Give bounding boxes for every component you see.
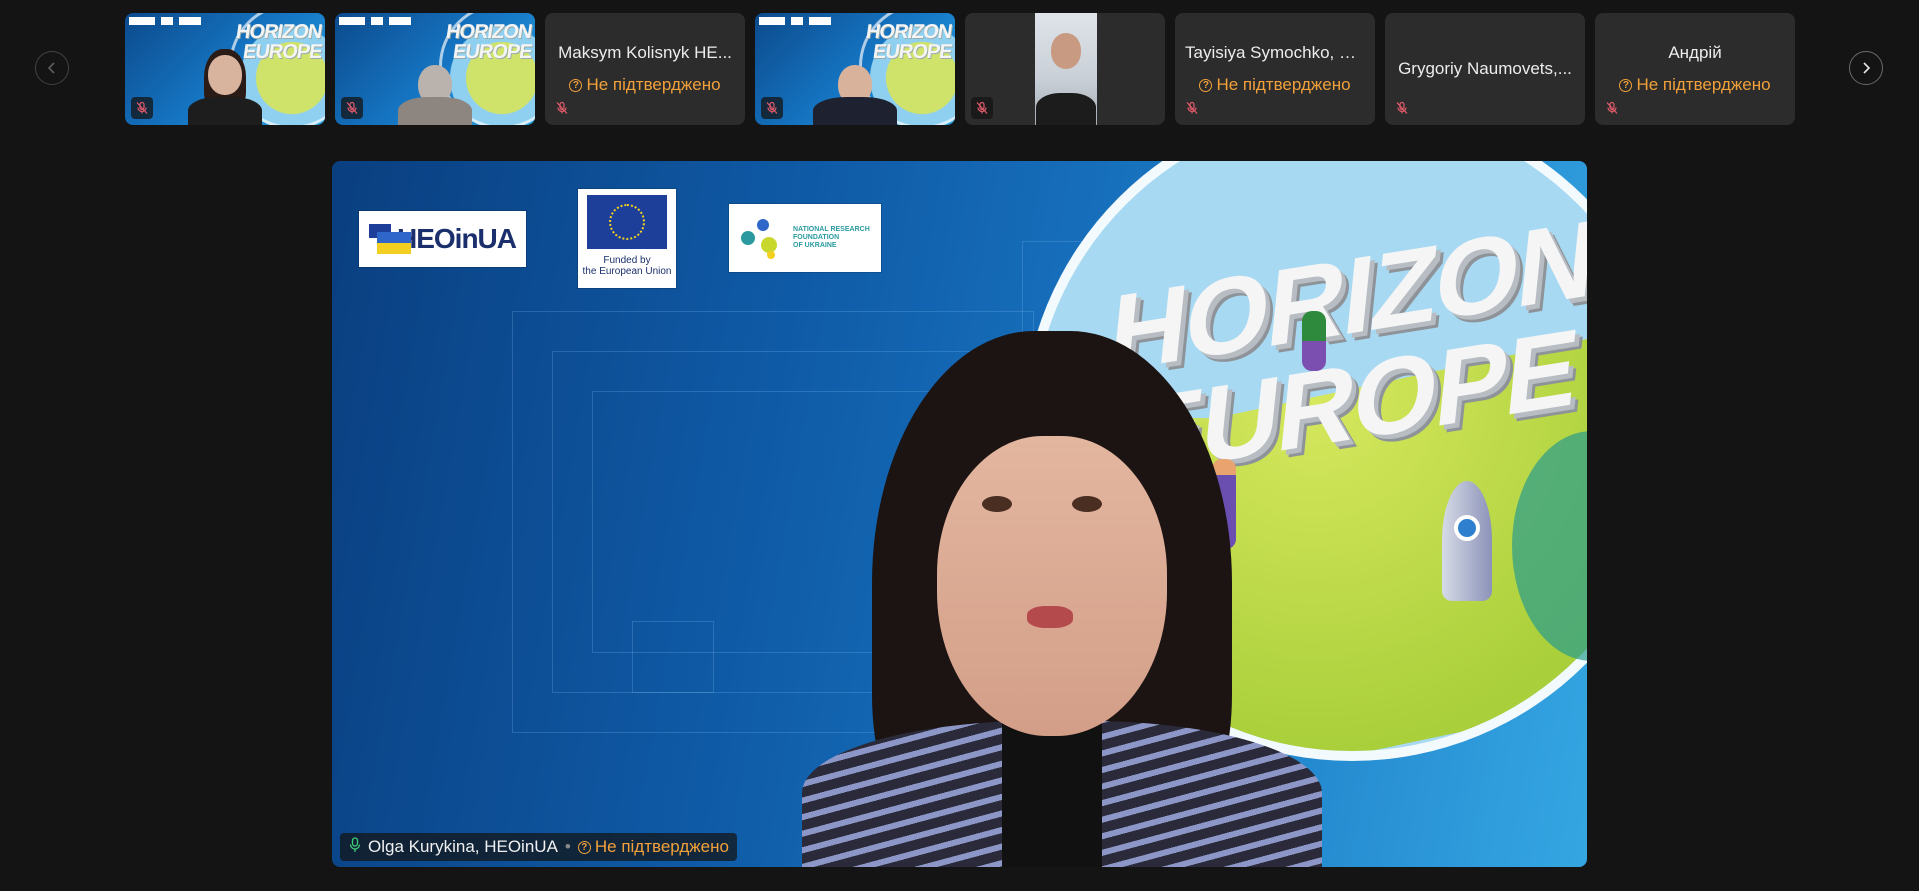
mic-muted-icon — [551, 97, 573, 119]
participant-tile[interactable] — [965, 13, 1165, 125]
question-icon: ? — [1199, 78, 1213, 92]
participant-tile[interactable]: HORIZON EUROPE — [755, 13, 955, 125]
chevron-right-icon — [1863, 62, 1871, 74]
main-video-stage[interactable]: HORIZON EUROPE HEOinUA Funded by the Euro… — [332, 161, 1587, 867]
mic-muted-icon — [1181, 97, 1203, 119]
participant-name: Grygoriy Naumovets,... — [1398, 59, 1572, 78]
mic-muted-icon — [1601, 97, 1623, 119]
mic-muted-icon — [1391, 97, 1413, 119]
participant-tile[interactable]: HORIZON EUROPE — [125, 13, 325, 125]
mic-muted-icon — [971, 97, 993, 119]
participant-tile[interactable]: Maksym Kolisnyk HE... ? Не підтверджено — [545, 13, 745, 125]
participant-name: Tayisiya Symochko, H... — [1185, 43, 1366, 62]
background-logos — [759, 17, 831, 25]
mic-muted-icon — [761, 97, 783, 119]
participant-video — [813, 47, 897, 125]
participant-tile[interactable]: Tayisiya Symochko, H... ? Не підтверджен… — [1175, 13, 1375, 125]
participant-tile[interactable]: Андрій ? Не підтверджено — [1595, 13, 1795, 125]
status-badge: ? Не підтверджено — [545, 75, 745, 95]
participant-tile[interactable]: HORIZON EUROPE — [335, 13, 535, 125]
participant-video — [188, 47, 262, 125]
participant-name: Андрій — [1668, 43, 1722, 62]
question-icon: ? — [569, 78, 583, 92]
question-icon: ? — [577, 840, 591, 854]
question-icon: ? — [1619, 78, 1633, 92]
previous-page-button[interactable] — [35, 51, 69, 85]
chevron-left-icon — [47, 62, 55, 74]
speaker-video — [332, 161, 1587, 867]
speaker-name: Olga Kurykina, HEOinUA — [368, 837, 558, 856]
participant-name: Maksym Kolisnyk HE... — [558, 43, 732, 62]
speaker-name-bar: Olga Kurykina, HEOinUA • ? Не підтвердже… — [340, 833, 737, 861]
next-page-button[interactable] — [1849, 51, 1883, 85]
status-badge: ? Не підтверджено — [1595, 75, 1795, 95]
status-badge: ? Не підтверджено — [1175, 75, 1375, 95]
mic-muted-icon — [341, 97, 363, 119]
mic-active-icon — [348, 836, 362, 858]
status-badge: ? Не підтверджено — [577, 837, 729, 857]
participant-video — [398, 47, 472, 125]
participant-tile[interactable]: Grygoriy Naumovets,... — [1385, 13, 1585, 125]
separator: • — [564, 837, 571, 856]
background-logos — [129, 17, 201, 25]
mic-muted-icon — [131, 97, 153, 119]
background-logos — [339, 17, 411, 25]
participant-video — [1035, 13, 1097, 125]
